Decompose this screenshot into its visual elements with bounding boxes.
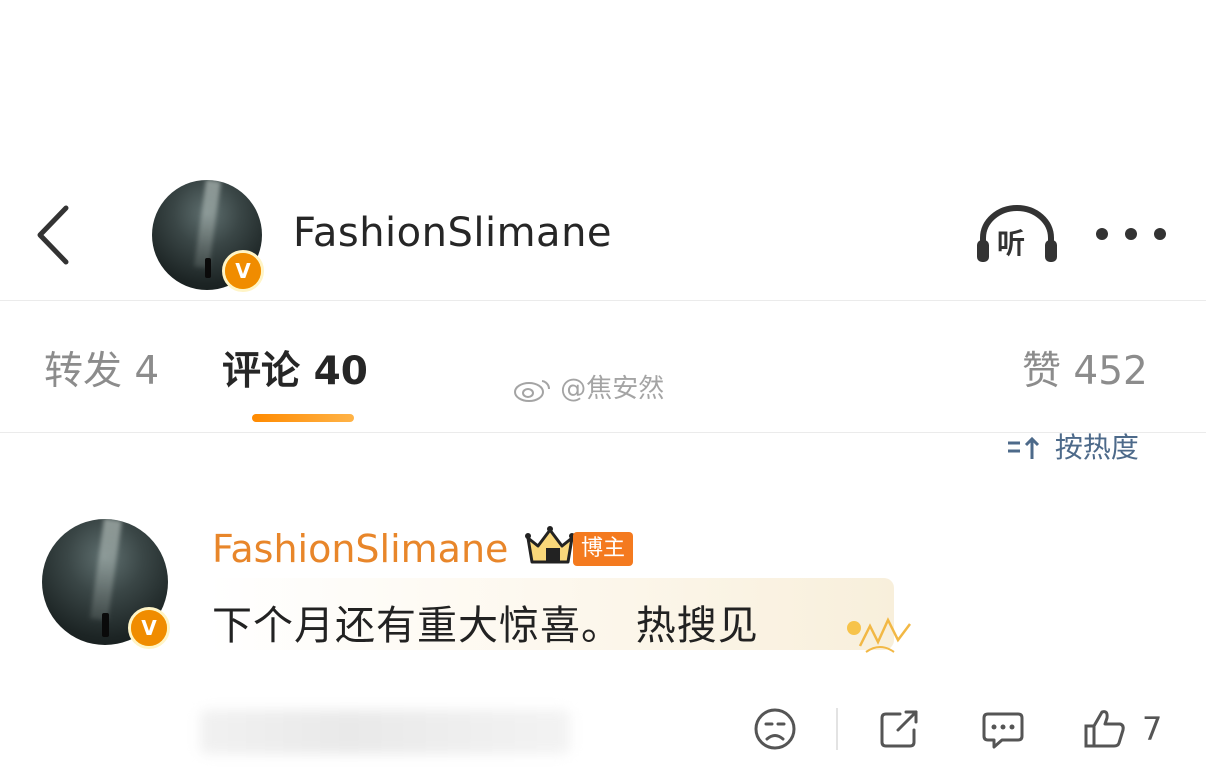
tab-likes[interactable]: 赞 452: [1022, 340, 1148, 396]
like-count: 7: [1142, 710, 1163, 748]
more-dots-icon[interactable]: [1096, 222, 1166, 246]
header-username[interactable]: FashionSlimane: [293, 210, 612, 256]
share-icon[interactable]: [876, 706, 922, 752]
tab-comments[interactable]: 评论 40: [222, 340, 368, 396]
active-tab-indicator: [252, 414, 354, 422]
verified-badge-icon: V: [128, 607, 170, 649]
sort-arrows-icon: [1008, 436, 1040, 459]
dislike-face-icon[interactable]: [752, 706, 798, 752]
crown-icon: [525, 526, 575, 564]
sort-label: 按热度: [1054, 431, 1139, 464]
sticker-icon: [847, 617, 911, 653]
back-arrow-icon[interactable]: [30, 202, 80, 268]
reply-bubble-icon[interactable]: [980, 706, 1026, 752]
thumbs-up-icon[interactable]: [1082, 706, 1128, 752]
tab-repost[interactable]: 转发 4: [44, 340, 159, 396]
weibo-logo-icon: [514, 379, 551, 402]
blurred-metadata: [200, 710, 570, 754]
verified-badge-icon: V: [222, 250, 264, 292]
comment-author[interactable]: FashionSlimane: [212, 527, 508, 571]
watermark: @焦安然: [512, 368, 664, 405]
sort-button[interactable]: 按热度: [1004, 426, 1139, 466]
listen-label: 听: [997, 227, 1026, 260]
action-separator: [836, 708, 838, 750]
comment-text: 下个月还有重大惊喜。 热搜见: [212, 603, 759, 649]
header-divider: [0, 300, 1206, 301]
blogger-tag: 博主: [573, 532, 634, 566]
watermark-text: @焦安然: [560, 374, 665, 404]
